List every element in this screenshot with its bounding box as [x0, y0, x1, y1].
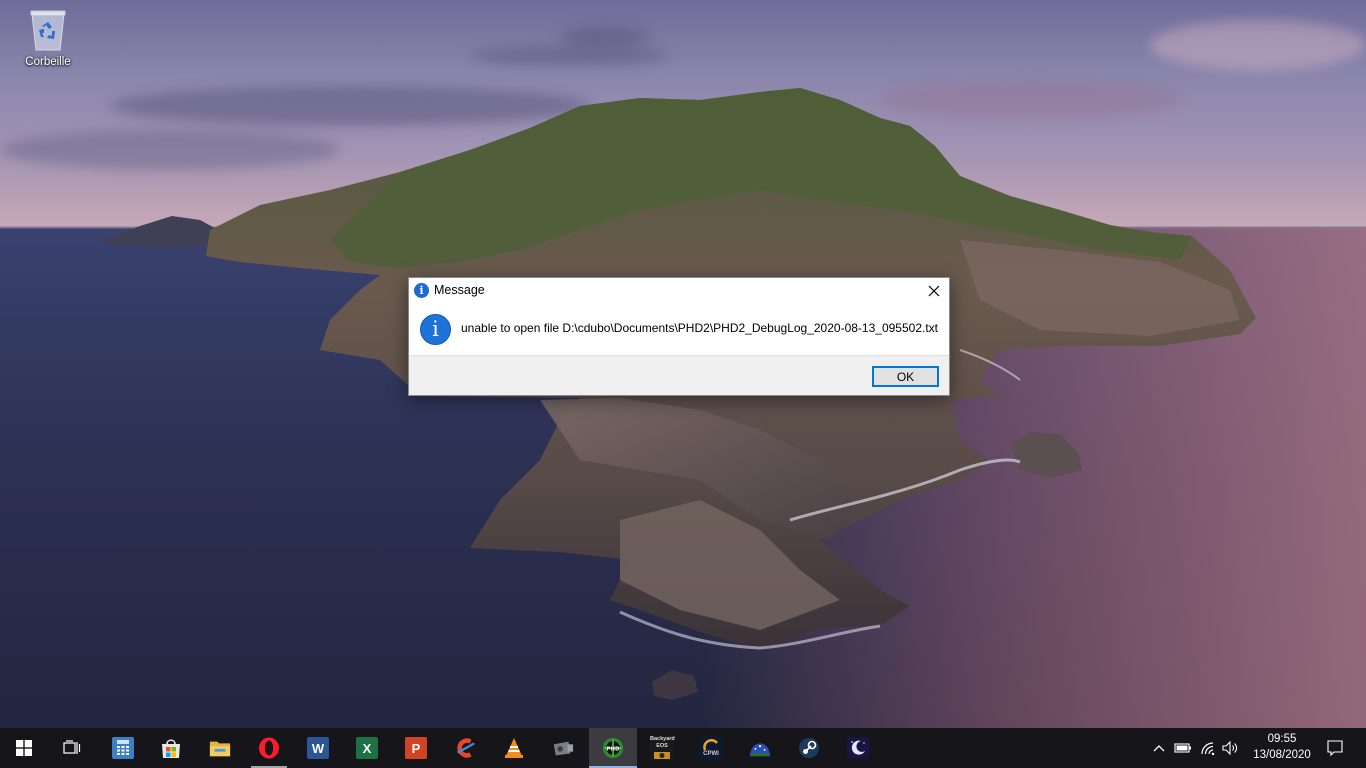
taskbar-app-microsoft-store[interactable]: [147, 728, 195, 768]
dialog-close-button[interactable]: [919, 278, 949, 304]
taskbar-app-powerpoint[interactable]: P: [392, 728, 440, 768]
action-center-button[interactable]: [1320, 728, 1350, 768]
folder-icon: [209, 737, 231, 759]
chevron-up-icon: [1153, 745, 1165, 752]
powerpoint-icon: P: [405, 737, 427, 759]
vlc-icon: [503, 737, 525, 759]
excel-icon: X: [356, 737, 378, 759]
ccleaner-icon: [454, 737, 476, 759]
moon-app-icon: [847, 737, 869, 759]
store-icon: [160, 737, 182, 759]
opera-icon: [258, 737, 280, 759]
wifi-icon: [1201, 742, 1215, 755]
calculator-icon: [112, 737, 134, 759]
backyard-eos-text: Backyard EOS: [650, 736, 675, 749]
recycle-bin-label: Corbeille: [25, 56, 71, 68]
windows-start-icon: [16, 740, 32, 756]
tray-battery[interactable]: [1171, 728, 1195, 768]
taskbar-app-cpwi[interactable]: CPWI: [687, 728, 735, 768]
taskbar-app-ccleaner[interactable]: [441, 728, 489, 768]
desktop-icon-recycle-bin[interactable]: Corbeille: [14, 6, 82, 76]
phd2-icon: PHD: [602, 737, 624, 759]
excel-glyph: X: [362, 740, 372, 756]
start-button[interactable]: [0, 728, 48, 768]
tray-wifi[interactable]: [1196, 728, 1220, 768]
backyard-eos-icon: Backyard EOS: [650, 735, 675, 761]
battery-icon: [1174, 743, 1191, 753]
taskbar-app-camera[interactable]: [539, 728, 587, 768]
stellarium-icon: [749, 737, 771, 759]
taskbar-app-file-explorer[interactable]: [196, 728, 244, 768]
ok-button[interactable]: OK: [872, 366, 939, 387]
dialog-message: unable to open file D:\cdubo\Documents\P…: [461, 321, 938, 335]
taskbar-app-opera[interactable]: [245, 728, 293, 768]
recycle-bin-icon: [28, 8, 68, 52]
word-icon: W: [307, 737, 329, 759]
taskbar-app-excel[interactable]: X: [343, 728, 391, 768]
clock-time: 09:55: [1267, 733, 1297, 745]
dialog-titlebar[interactable]: i Message: [409, 278, 949, 304]
clock-date: 13/08/2020: [1253, 749, 1311, 761]
message-dialog[interactable]: i Message i unable to open file D:\cdubo…: [408, 277, 950, 396]
taskbar: W X P PHD Backyard EOS CPWI 09:55 13/08/…: [0, 728, 1366, 768]
word-glyph: W: [311, 740, 325, 756]
tray-volume[interactable]: [1218, 728, 1242, 768]
steam-icon: [798, 737, 820, 759]
volume-icon: [1222, 741, 1237, 755]
task-view-button[interactable]: [48, 728, 96, 768]
taskbar-app-steam[interactable]: [785, 728, 833, 768]
powerpoint-glyph: P: [411, 740, 421, 756]
camera-icon: [552, 737, 574, 759]
taskbar-app-word[interactable]: W: [294, 728, 342, 768]
task-view-icon: [63, 740, 81, 754]
dialog-footer: OK: [409, 355, 949, 395]
cpwi-icon: CPWI: [699, 736, 723, 760]
dialog-title-info-icon: i: [414, 283, 429, 298]
taskbar-app-vlc[interactable]: [490, 728, 538, 768]
close-icon: [928, 285, 940, 297]
tray-overflow-button[interactable]: [1147, 728, 1171, 768]
taskbar-app-calculator[interactable]: [99, 728, 147, 768]
svg-text:PHD: PHD: [606, 746, 620, 752]
taskbar-app-phd2[interactable]: PHD: [589, 728, 637, 768]
dialog-title: Message: [434, 283, 485, 297]
notification-icon: [1327, 740, 1343, 756]
taskbar-clock[interactable]: 09:55 13/08/2020: [1250, 728, 1314, 768]
taskbar-app-backyard-eos[interactable]: Backyard EOS: [638, 728, 686, 768]
info-icon: i: [420, 314, 451, 345]
taskbar-app-astro[interactable]: [834, 728, 882, 768]
cpwi-text: CPWI: [703, 750, 719, 757]
dialog-body: i unable to open file D:\cdubo\Documents…: [409, 304, 949, 356]
taskbar-app-stellarium[interactable]: [736, 728, 784, 768]
